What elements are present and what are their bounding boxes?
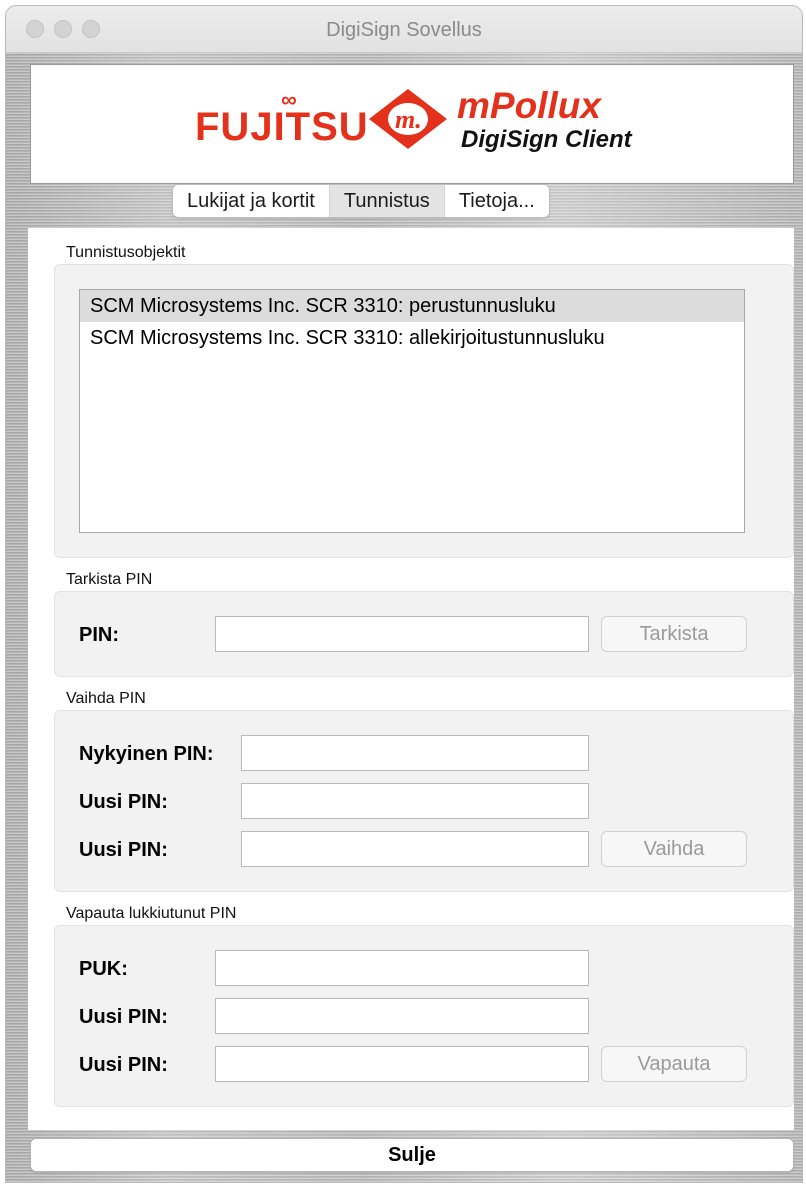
digisign-client-label: DigiSign Client xyxy=(461,126,632,153)
auth-objects-list[interactable]: SCM Microsystems Inc. SCR 3310: perustun… xyxy=(79,289,745,533)
current-pin-label: Nykyinen PIN: xyxy=(79,743,214,765)
unblock-new-pin-label: Uusi PIN: xyxy=(79,1006,168,1028)
tab-content-panel: Tunnistusobjektit SCM Microsystems Inc. … xyxy=(28,228,794,1130)
svg-text:m.: m. xyxy=(395,105,422,134)
verify-pin-group: PIN: Tarkista xyxy=(54,591,794,677)
confirm-pin-input[interactable] xyxy=(241,831,589,867)
unblock-pin-button[interactable]: Vapauta xyxy=(601,1046,747,1082)
list-item[interactable]: SCM Microsystems Inc. SCR 3310: allekirj… xyxy=(80,322,744,354)
close-button[interactable]: Sulje xyxy=(30,1138,794,1172)
new-pin-input[interactable] xyxy=(241,783,589,819)
objects-group-label: Tunnistusobjektit xyxy=(66,244,186,261)
tab-bar: Lukijat ja kortit Tunnistus Tietoja... xyxy=(172,184,550,218)
unblock-confirm-pin-input[interactable] xyxy=(215,1046,589,1082)
tab-about[interactable]: Tietoja... xyxy=(443,185,549,217)
tab-authentication[interactable]: Tunnistus xyxy=(328,185,444,217)
unblock-new-pin-input[interactable] xyxy=(215,998,589,1034)
puk-label: PUK: xyxy=(79,958,128,980)
title-bar: DigiSign Sovellus xyxy=(6,6,802,53)
change-pin-group: Nykyinen PIN: Uusi PIN: Uusi PIN: Vaihda xyxy=(54,710,794,892)
puk-input[interactable] xyxy=(215,950,589,986)
app-window: DigiSign Sovellus ∞ FUJITSU m. mPollux D… xyxy=(6,6,802,1182)
logo-banner: ∞ FUJITSU m. mPollux DigiSign Client xyxy=(30,64,794,184)
pin-label: PIN: xyxy=(79,624,119,646)
mpollux-logo-icon: m. xyxy=(369,89,447,149)
new-pin-label: Uusi PIN: xyxy=(79,791,168,813)
unblock-pin-group-label: Vapauta lukkiutunut PIN xyxy=(66,905,237,922)
change-pin-group-label: Vaihda PIN xyxy=(66,690,146,707)
unblock-pin-group: PUK: Uusi PIN: Uusi PIN: Vapauta xyxy=(54,925,794,1107)
tab-readers-cards[interactable]: Lukijat ja kortit xyxy=(173,185,329,217)
fujitsu-logo: FUJITSU xyxy=(195,105,369,149)
confirm-pin-label: Uusi PIN: xyxy=(79,839,168,861)
unblock-confirm-pin-label: Uusi PIN: xyxy=(79,1054,168,1076)
list-item[interactable]: SCM Microsystems Inc. SCR 3310: perustun… xyxy=(80,290,744,322)
objects-group: SCM Microsystems Inc. SCR 3310: perustun… xyxy=(54,264,794,558)
change-pin-button[interactable]: Vaihda xyxy=(601,831,747,867)
mpollux-logo: mPollux xyxy=(457,85,601,126)
pin-input[interactable] xyxy=(215,616,589,652)
verify-pin-button[interactable]: Tarkista xyxy=(601,616,747,652)
verify-pin-group-label: Tarkista PIN xyxy=(66,571,153,588)
current-pin-input[interactable] xyxy=(241,735,589,771)
window-title: DigiSign Sovellus xyxy=(326,19,482,41)
